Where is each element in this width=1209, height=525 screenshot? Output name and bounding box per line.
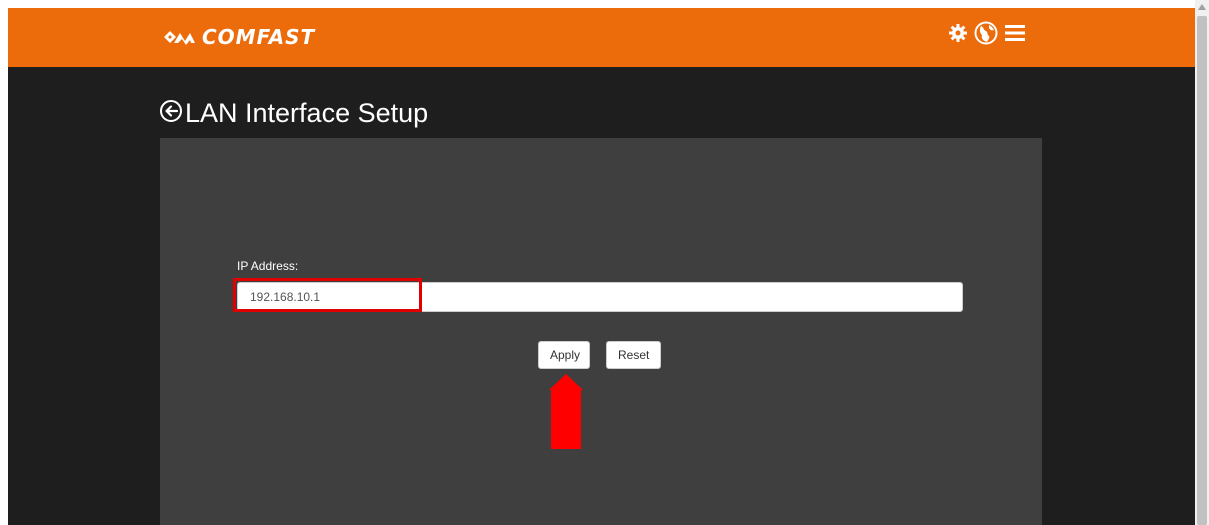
vertical-scrollbar[interactable] (1195, 0, 1209, 525)
apply-button[interactable]: Apply (538, 341, 590, 369)
reset-button[interactable]: Reset (606, 341, 661, 369)
ip-address-input[interactable] (237, 282, 963, 312)
circle-arrow-left-icon[interactable] (159, 99, 183, 128)
ip-address-label: IP Address: (237, 259, 299, 273)
arrow-up-annotation-icon (548, 374, 584, 454)
globe-icon[interactable] (974, 21, 998, 50)
page-title: LAN Interface Setup (185, 98, 429, 128)
router-admin-page: COMFAST LAN Interface Setup IP Address: … (8, 8, 1195, 525)
lan-settings-panel: IP Address: Apply Reset (160, 138, 1042, 525)
comfast-logo-icon (162, 29, 196, 45)
scrollbar-thumb[interactable] (1197, 16, 1207, 525)
gear-icon[interactable] (948, 23, 968, 48)
brand-logo[interactable]: COMFAST (162, 25, 316, 49)
menu-icon[interactable] (1004, 23, 1026, 48)
header-icons (948, 21, 1026, 50)
top-bar: COMFAST (8, 8, 1195, 67)
scroll-up-arrow-icon[interactable] (1195, 0, 1209, 14)
page-header: LAN Interface Setup (159, 98, 428, 129)
brand-name: COMFAST (202, 25, 316, 49)
